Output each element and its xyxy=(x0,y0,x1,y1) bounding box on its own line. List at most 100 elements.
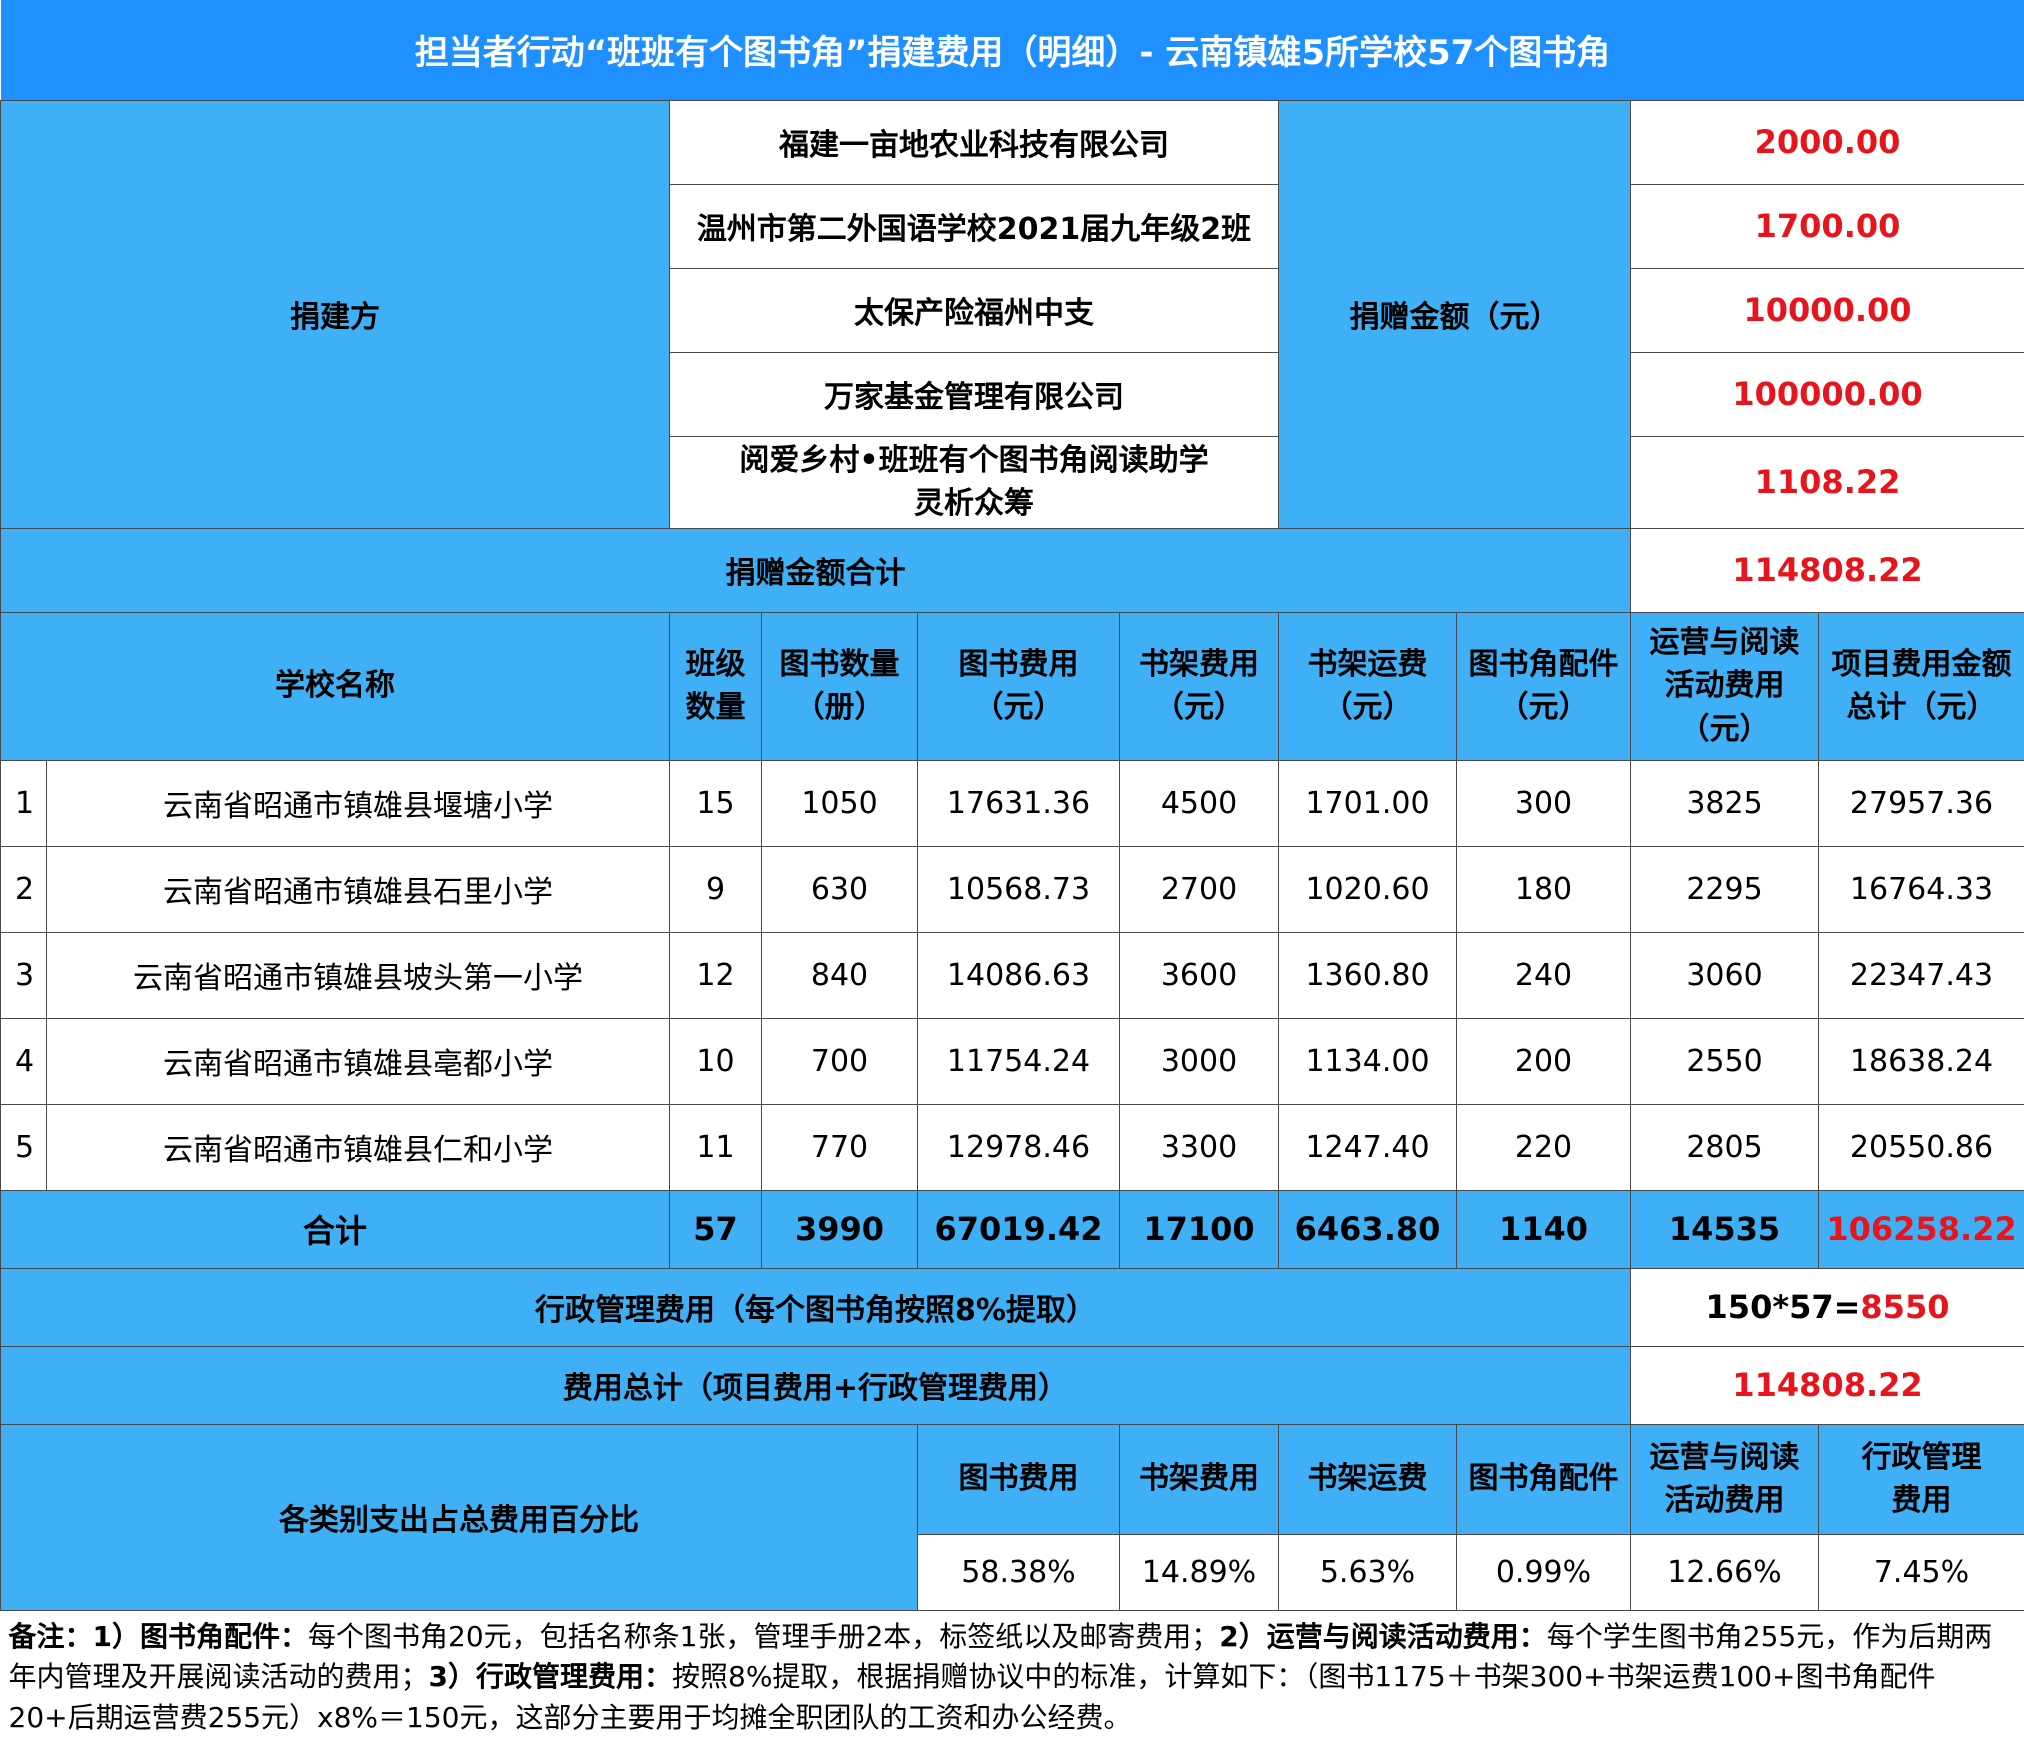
pct-header-book: 图书费用 xyxy=(918,1424,1120,1534)
sum-shelf-ship: 6463.80 xyxy=(1279,1190,1457,1268)
shelf-ship-cell: 1701.00 xyxy=(1279,760,1457,846)
donor-name: 阅爱乡村•班班有个图书角阅读助学 灵析众筹 xyxy=(670,436,1279,528)
col-header-operations: 运营与阅读 活动费用 （元） xyxy=(1631,612,1819,760)
school-name: 云南省昭通市镇雄县亳都小学 xyxy=(47,1018,670,1104)
table-row: 1 云南省昭通市镇雄县堰塘小学 15 1050 17631.36 4500 17… xyxy=(1,760,2024,846)
donor-label: 捐建方 xyxy=(1,100,670,528)
donor-name: 万家基金管理有限公司 xyxy=(670,352,1279,436)
sum-shelf-cost: 17100 xyxy=(1120,1190,1279,1268)
book-cost-cell: 11754.24 xyxy=(918,1018,1120,1104)
row-index: 3 xyxy=(1,932,47,1018)
header-line: 图书角配件 xyxy=(1469,647,1619,682)
book-cost-cell: 17631.36 xyxy=(918,760,1120,846)
col-header-project-total: 项目费用金额 总计（元） xyxy=(1819,612,2024,760)
note-text-1: 每个图书角20元，包括名称条1张，管理手册2本，标签纸以及邮寄费用； xyxy=(308,1620,1219,1653)
donation-amount: 100000.00 xyxy=(1631,352,2024,436)
operations-cell: 3825 xyxy=(1631,760,1819,846)
accessory-cell: 240 xyxy=(1457,932,1631,1018)
donation-amount: 10000.00 xyxy=(1631,268,2024,352)
donor-name-line: 灵析众筹 xyxy=(914,486,1034,521)
project-total-cell: 16764.33 xyxy=(1819,846,2024,932)
note-title-2: 2）运营与阅读活动费用： xyxy=(1219,1620,1546,1653)
pct-operations: 12.66% xyxy=(1631,1534,1819,1610)
operations-cell: 2550 xyxy=(1631,1018,1819,1104)
header-line: 运营与阅读 xyxy=(1650,625,1800,660)
header-line: （元） xyxy=(1499,690,1589,725)
col-header-classes: 班级 数量 xyxy=(670,612,762,760)
pct-header-accessory: 图书角配件 xyxy=(1457,1424,1631,1534)
header-line: 运营与阅读 xyxy=(1650,1440,1800,1475)
sum-label: 合计 xyxy=(1,1190,670,1268)
note-title-1: 1）图书角配件： xyxy=(93,1620,308,1653)
header-line: （元） xyxy=(1680,712,1770,747)
header-line: 班级 xyxy=(686,647,746,682)
shelf-cost-cell: 4500 xyxy=(1120,760,1279,846)
books-cell: 700 xyxy=(762,1018,918,1104)
classes-cell: 9 xyxy=(670,846,762,932)
shelf-cost-cell: 3600 xyxy=(1120,932,1279,1018)
admin-fee-amount: 8550 xyxy=(1860,1288,1949,1326)
sum-book-cost: 67019.42 xyxy=(918,1190,1120,1268)
classes-cell: 11 xyxy=(670,1104,762,1190)
school-name: 云南省昭通市镇雄县仁和小学 xyxy=(47,1104,670,1190)
project-total-cell: 18638.24 xyxy=(1819,1018,2024,1104)
note-prefix: 备注： xyxy=(9,1620,93,1653)
header-line: 图书数量 xyxy=(780,647,900,682)
donation-amount: 2000.00 xyxy=(1631,100,2024,184)
pct-header-ship: 书架运费 xyxy=(1279,1424,1457,1534)
shelf-cost-cell: 3000 xyxy=(1120,1018,1279,1104)
donor-name: 太保产险福州中支 xyxy=(670,268,1279,352)
footnote: 备注：1）图书角配件：每个图书角20元，包括名称条1张，管理手册2本，标签纸以及… xyxy=(1,1610,2024,1744)
table-row: 4 云南省昭通市镇雄县亳都小学 10 700 11754.24 3000 113… xyxy=(1,1018,2024,1104)
donor-name-line: 阅爱乡村•班班有个图书角阅读助学 xyxy=(739,443,1208,478)
col-header-books: 图书数量 （册） xyxy=(762,612,918,760)
book-cost-cell: 14086.63 xyxy=(918,932,1120,1018)
col-header-shelf-cost: 书架费用 （元） xyxy=(1120,612,1279,760)
header-line: （元） xyxy=(974,690,1064,725)
books-cell: 1050 xyxy=(762,760,918,846)
sum-project-total: 106258.22 xyxy=(1819,1190,2024,1268)
donation-amount: 1108.22 xyxy=(1631,436,2024,528)
donor-name: 福建一亩地农业科技有限公司 xyxy=(670,100,1279,184)
school-name: 云南省昭通市镇雄县堰塘小学 xyxy=(47,760,670,846)
shelf-ship-cell: 1020.60 xyxy=(1279,846,1457,932)
admin-fee-value: 150*57=8550 xyxy=(1631,1268,2024,1346)
header-line: 总计（元） xyxy=(1847,690,1997,725)
shelf-ship-cell: 1247.40 xyxy=(1279,1104,1457,1190)
donor-name: 温州市第二外国语学校2021届九年级2班 xyxy=(670,184,1279,268)
pct-header-shelf: 书架费用 xyxy=(1120,1424,1279,1534)
note-title-3: 3）行政管理费用： xyxy=(429,1660,672,1693)
donation-cost-table: 担当者行动“班班有个图书角”捐建费用（明细）- 云南镇雄5所学校57个图书角 捐… xyxy=(0,0,2024,1744)
grand-total-value: 114808.22 xyxy=(1631,1346,2024,1424)
shelf-ship-cell: 1134.00 xyxy=(1279,1018,1457,1104)
table-row: 2 云南省昭通市镇雄县石里小学 9 630 10568.73 2700 1020… xyxy=(1,846,2024,932)
classes-cell: 12 xyxy=(670,932,762,1018)
donation-total: 114808.22 xyxy=(1631,528,2024,612)
page-title: 担当者行动“班班有个图书角”捐建费用（明细）- 云南镇雄5所学校57个图书角 xyxy=(1,0,2024,100)
sum-accessory: 1140 xyxy=(1457,1190,1631,1268)
header-line: （册） xyxy=(795,690,885,725)
pct-accessory: 0.99% xyxy=(1457,1534,1631,1610)
admin-fee-label: 行政管理费用（每个图书角按照8%提取） xyxy=(1,1268,1631,1346)
header-line: 活动费用 xyxy=(1665,668,1785,703)
table-row: 3 云南省昭通市镇雄县坡头第一小学 12 840 14086.63 3600 1… xyxy=(1,932,2024,1018)
header-line: 项目费用金额 xyxy=(1832,647,2012,682)
header-line: （元） xyxy=(1323,690,1413,725)
sum-operations: 14535 xyxy=(1631,1190,1819,1268)
pct-ship: 5.63% xyxy=(1279,1534,1457,1610)
pct-shelf: 14.89% xyxy=(1120,1534,1279,1610)
shelf-cost-cell: 3300 xyxy=(1120,1104,1279,1190)
pct-header-operations: 运营与阅读 活动费用 xyxy=(1631,1424,1819,1534)
sum-books: 3990 xyxy=(762,1190,918,1268)
classes-cell: 15 xyxy=(670,760,762,846)
row-index: 5 xyxy=(1,1104,47,1190)
book-cost-cell: 10568.73 xyxy=(918,846,1120,932)
header-line: 费用 xyxy=(1892,1483,1952,1518)
col-header-book-cost: 图书费用 （元） xyxy=(918,612,1120,760)
sum-row: 合计 57 3990 67019.42 17100 6463.80 1140 1… xyxy=(1,1190,2024,1268)
header-line: 数量 xyxy=(686,690,746,725)
admin-fee-formula: 150*57= xyxy=(1706,1288,1861,1326)
pct-header-admin: 行政管理 费用 xyxy=(1819,1424,2024,1534)
school-name: 云南省昭通市镇雄县坡头第一小学 xyxy=(47,932,670,1018)
accessory-cell: 200 xyxy=(1457,1018,1631,1104)
